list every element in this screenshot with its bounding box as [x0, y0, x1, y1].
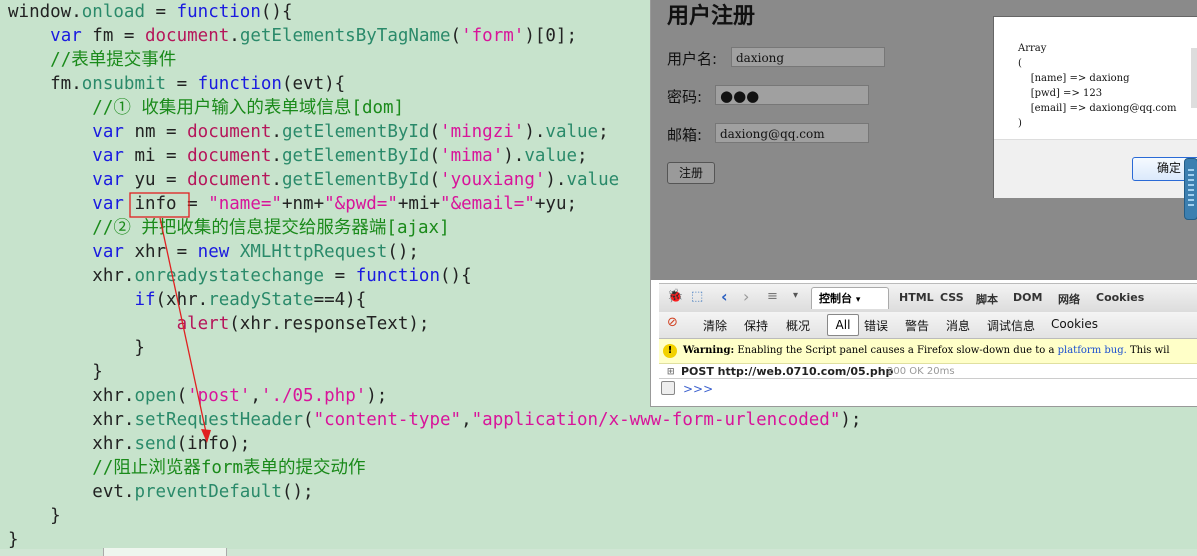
- password-field[interactable]: ●●●: [715, 85, 869, 105]
- warning-text-line: Warning: Enabling the Script panel cause…: [683, 339, 1170, 363]
- profile-button[interactable]: 概况: [786, 317, 810, 334]
- tab-network[interactable]: 网络: [1058, 291, 1080, 307]
- expand-plus-icon[interactable]: ⊞: [667, 363, 675, 379]
- annotation-arrow: [159, 217, 208, 438]
- back-arrow-icon[interactable]: ‹: [721, 287, 728, 306]
- dialog-scrollbar[interactable]: [1191, 48, 1197, 108]
- tab-console-label: 控制台: [819, 292, 852, 305]
- email-label: 邮箱:: [667, 126, 703, 144]
- chevron-down-icon: ▾: [855, 295, 861, 305]
- dropdown-arrow-icon[interactable]: ▾: [793, 290, 798, 301]
- console-log-row[interactable]: ⊞ POST http://web.0710.com/05.php 200 OK…: [659, 363, 1197, 379]
- firebug-toolbar: 🐞 ⬚ ‹ › ≡ ▾ 控制台 ▾ HTML CSS 脚本 DOM 网络 Coo…: [659, 283, 1197, 313]
- filter-warnings[interactable]: 警告: [905, 317, 929, 334]
- email-field[interactable]: daxiong@qq.com: [715, 123, 869, 143]
- page-title: 用户注册: [667, 3, 756, 29]
- platform-bug-link[interactable]: platform bug.: [1058, 345, 1127, 356]
- filter-all-button[interactable]: All: [827, 314, 859, 336]
- filter-errors[interactable]: 错误: [864, 317, 888, 334]
- menu-lines-icon[interactable]: ≡: [767, 289, 778, 304]
- alert-dialog: Array ( [name] => daxiong [pwd] => 123 […: [993, 16, 1197, 198]
- tab-html[interactable]: HTML: [899, 291, 934, 304]
- tab-cookies[interactable]: Cookies: [1096, 291, 1144, 304]
- warning-text: Enabling the Script panel causes a Firef…: [737, 345, 1055, 356]
- scrollbar-thumb[interactable]: [1184, 158, 1197, 220]
- warning-banner: ! Warning: Enabling the Script panel cau…: [659, 339, 1197, 364]
- clear-console-icon[interactable]: ⊘: [667, 315, 678, 330]
- info-highlight-box: [129, 192, 190, 218]
- command-editor-icon[interactable]: [661, 381, 675, 395]
- filter-cookies[interactable]: Cookies: [1051, 317, 1098, 331]
- inspect-icon[interactable]: ⬚: [691, 289, 703, 304]
- filter-info[interactable]: 消息: [946, 317, 970, 334]
- filter-debug[interactable]: 调试信息: [987, 317, 1035, 334]
- warning-label: Warning:: [683, 345, 735, 356]
- command-prompt: >>>: [683, 382, 714, 396]
- annotation-arrowhead: [201, 429, 211, 443]
- tab-dom[interactable]: DOM: [1013, 291, 1042, 304]
- browser-window: 用户注册 用户名: daxiong 密码: ●●● 邮箱: daxiong@qq…: [650, 0, 1197, 407]
- clear-button[interactable]: 清除: [703, 317, 727, 334]
- post-request[interactable]: POST http://web.0710.com/05.php: [681, 363, 893, 379]
- firebug-bug-icon[interactable]: 🐞: [667, 289, 683, 304]
- warning-tail: This wil: [1129, 345, 1170, 356]
- alert-message: Array ( [name] => daxiong [pwd] => 123 […: [1018, 43, 1177, 129]
- post-status: 200 OK 20ms: [887, 366, 955, 377]
- username-field[interactable]: daxiong: [731, 47, 885, 67]
- persist-button[interactable]: 保持: [744, 317, 768, 334]
- forward-arrow-icon[interactable]: ›: [743, 287, 749, 306]
- scrollbar-grip: [1188, 169, 1194, 207]
- tab-css[interactable]: CSS: [940, 291, 964, 304]
- register-button[interactable]: 注册: [667, 162, 715, 184]
- command-line[interactable]: >>>: [659, 378, 1197, 399]
- password-label: 密码:: [667, 88, 703, 106]
- page-overlay: 用户注册 用户名: daxiong 密码: ●●● 邮箱: daxiong@qq…: [651, 0, 1197, 280]
- username-label: 用户名:: [667, 50, 718, 68]
- warning-icon: !: [663, 344, 677, 358]
- console-filter-bar: ⊘ 清除 保持 概况 All 错误 警告 消息 调试信息 Cookies: [659, 312, 1197, 339]
- tab-console[interactable]: 控制台 ▾: [811, 287, 889, 309]
- tab-script[interactable]: 脚本: [976, 291, 998, 307]
